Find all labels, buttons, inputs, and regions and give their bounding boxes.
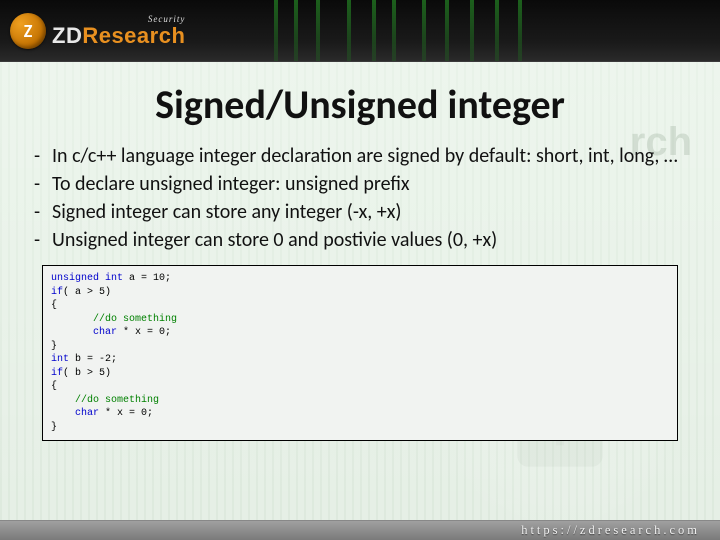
logo-text: Security ZDResearch: [52, 15, 185, 47]
header-bar: Z Security ZDResearch: [0, 0, 720, 62]
slide-title: Signed/Unsigned integer: [28, 80, 692, 129]
list-item: In c/c++ language integer declaration ar…: [52, 143, 682, 169]
list-item: To declare unsigned integer: unsigned pr…: [52, 171, 682, 197]
footer-bar: https://zdresearch.com: [0, 520, 720, 540]
slide: rch Z Security ZDResearch Signed/Unsigne…: [0, 0, 720, 540]
footer-url: https://zdresearch.com: [521, 523, 700, 538]
logo-letter: Z: [24, 20, 33, 42]
logo-wordmark: ZDResearch: [52, 25, 185, 47]
code-block: unsigned int a = 10; if( a > 5) { //do s…: [42, 265, 678, 441]
logo-badge-icon: Z: [10, 13, 46, 49]
logo: Z Security ZDResearch: [10, 13, 185, 49]
header-matrix-decor: [260, 0, 540, 61]
list-item: Unsigned integer can store 0 and postivi…: [52, 227, 682, 253]
list-item: Signed integer can store any integer (-x…: [52, 199, 682, 225]
bullet-list: In c/c++ language integer declaration ar…: [28, 143, 692, 253]
content-area: Signed/Unsigned integer In c/c++ languag…: [0, 62, 720, 520]
